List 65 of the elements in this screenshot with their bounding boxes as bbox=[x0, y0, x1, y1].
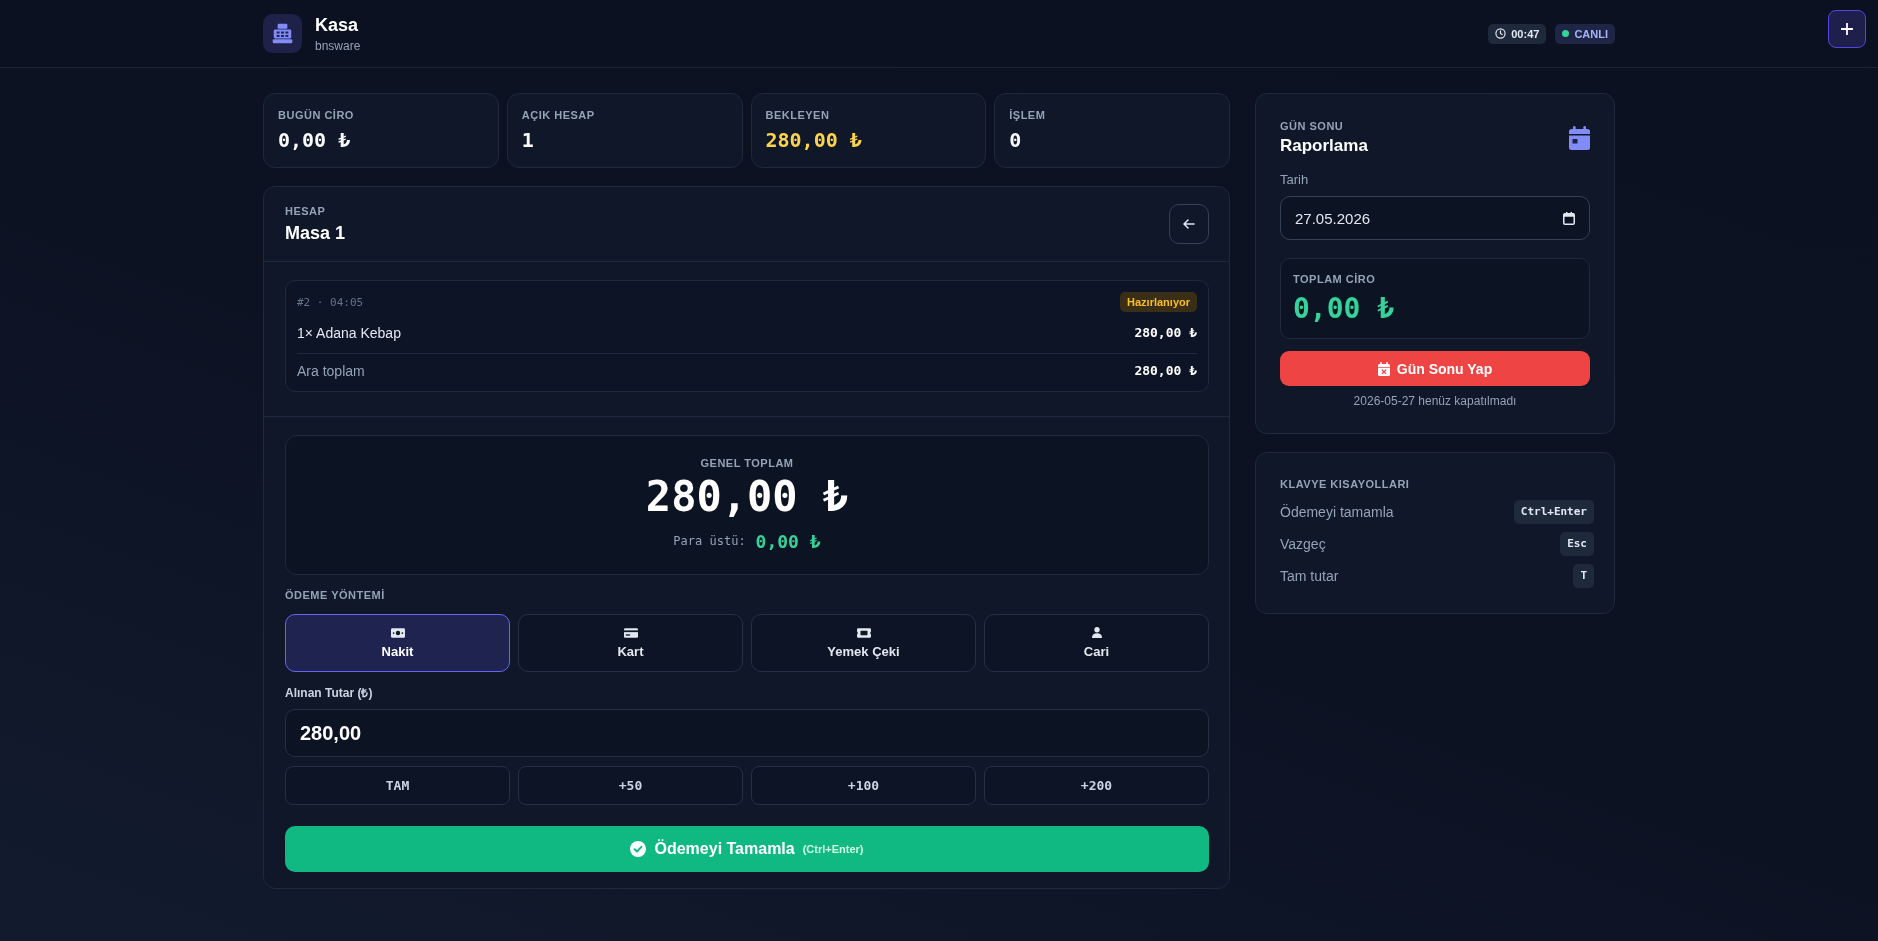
total-label: GENEL TOPLAM bbox=[700, 456, 794, 470]
quick-amount-button[interactable]: +50 bbox=[518, 766, 743, 805]
report-title: Raporlama bbox=[1280, 136, 1368, 156]
add-button[interactable] bbox=[1828, 10, 1866, 48]
check-circle-icon bbox=[630, 841, 647, 857]
stat-label: BEKLEYEN bbox=[765, 108, 831, 122]
quick-amount-button[interactable]: +100 bbox=[751, 766, 976, 805]
status-note: 2026-05-27 henüz kapatılmadı bbox=[1352, 393, 1518, 409]
timer-text: 00:47 bbox=[1511, 27, 1540, 40]
report-eyebrow: GÜN SONU bbox=[1280, 119, 1345, 133]
banknote-icon bbox=[390, 627, 405, 638]
date-field[interactable]: 27.05.2026 bbox=[1280, 196, 1590, 240]
key-badge: Esc bbox=[1560, 532, 1594, 556]
stat-value: 280,00 ₺ bbox=[765, 127, 863, 153]
stat-label: AÇIK HESAP bbox=[521, 108, 596, 122]
shortcut-action: Tam tutar bbox=[1280, 568, 1339, 584]
stat-value: 0,00 ₺ bbox=[278, 127, 352, 153]
total-value: 280,00 ₺ bbox=[645, 473, 849, 521]
stat-label: BUGÜN CİRO bbox=[278, 108, 355, 122]
cash-register-icon bbox=[263, 14, 302, 53]
amount-field[interactable]: 280,00 bbox=[285, 709, 1209, 757]
clock-icon bbox=[1495, 28, 1507, 39]
plus-icon bbox=[1841, 23, 1853, 35]
stat-value: 1 bbox=[521, 127, 535, 153]
user-icon bbox=[1091, 627, 1102, 638]
calendar-icon bbox=[1563, 211, 1575, 225]
key-badge: T bbox=[1573, 564, 1594, 588]
payment-method-button[interactable]: Yemek Çeki bbox=[751, 614, 976, 672]
revenue-value: 0,00 ₺ bbox=[1293, 292, 1396, 326]
back-button[interactable] bbox=[1169, 204, 1209, 244]
amount-label: Alınan Tutar (₺) bbox=[285, 686, 374, 700]
payment-method-button[interactable]: Nakit bbox=[285, 614, 510, 672]
stat-label: İŞLEM bbox=[1009, 108, 1047, 122]
subtotal-value: 280,00 ₺ bbox=[1134, 362, 1197, 380]
arrow-left-icon bbox=[1183, 219, 1195, 229]
payment-method-button[interactable]: Kart bbox=[518, 614, 743, 672]
item-name: 1× Adana Kebap bbox=[297, 324, 401, 343]
app-subtitle: bnsware bbox=[315, 39, 361, 53]
account-title: Masa 1 bbox=[285, 222, 346, 244]
credit-card-icon bbox=[623, 627, 638, 638]
item-price: 280,00 ₺ bbox=[1134, 324, 1197, 342]
change-label: Para üstü: bbox=[673, 534, 746, 548]
key-badge: Ctrl+Enter bbox=[1513, 500, 1594, 524]
stat-value: 0 bbox=[1009, 127, 1023, 153]
subtotal-label: Ara toplam bbox=[297, 362, 365, 381]
calendar-x-icon bbox=[1377, 361, 1390, 376]
app-title: Kasa bbox=[315, 14, 360, 36]
shortcut-action: Ödemeyi tamamla bbox=[1280, 504, 1394, 520]
revenue-label: TOPLAM CİRO bbox=[1293, 272, 1377, 286]
change-value: 0,00 ₺ bbox=[755, 530, 821, 552]
shortcuts-title: KLAVYE KISAYOLLARI bbox=[1280, 477, 1411, 491]
account-label: HESAP bbox=[285, 204, 327, 218]
quick-amount-button[interactable]: TAM bbox=[285, 766, 510, 805]
status-badge: Hazırlanıyor bbox=[1120, 292, 1197, 312]
order-meta: #2 · 04:05 bbox=[297, 295, 364, 309]
shortcut-action: Vazgeç bbox=[1280, 536, 1326, 552]
payment-method-label: ÖDEME YÖNTEMİ bbox=[285, 588, 386, 602]
end-of-day-button[interactable]: Gün Sonu Yap bbox=[1280, 351, 1590, 386]
live-label: CANLI bbox=[1574, 27, 1608, 40]
date-label: Tarih bbox=[1280, 172, 1310, 188]
status-dot-icon bbox=[1562, 30, 1570, 37]
calendar-icon bbox=[1569, 125, 1590, 150]
ticket-icon bbox=[856, 627, 871, 638]
quick-amount-button[interactable]: +200 bbox=[984, 766, 1209, 805]
payment-method-button[interactable]: Cari bbox=[984, 614, 1209, 672]
